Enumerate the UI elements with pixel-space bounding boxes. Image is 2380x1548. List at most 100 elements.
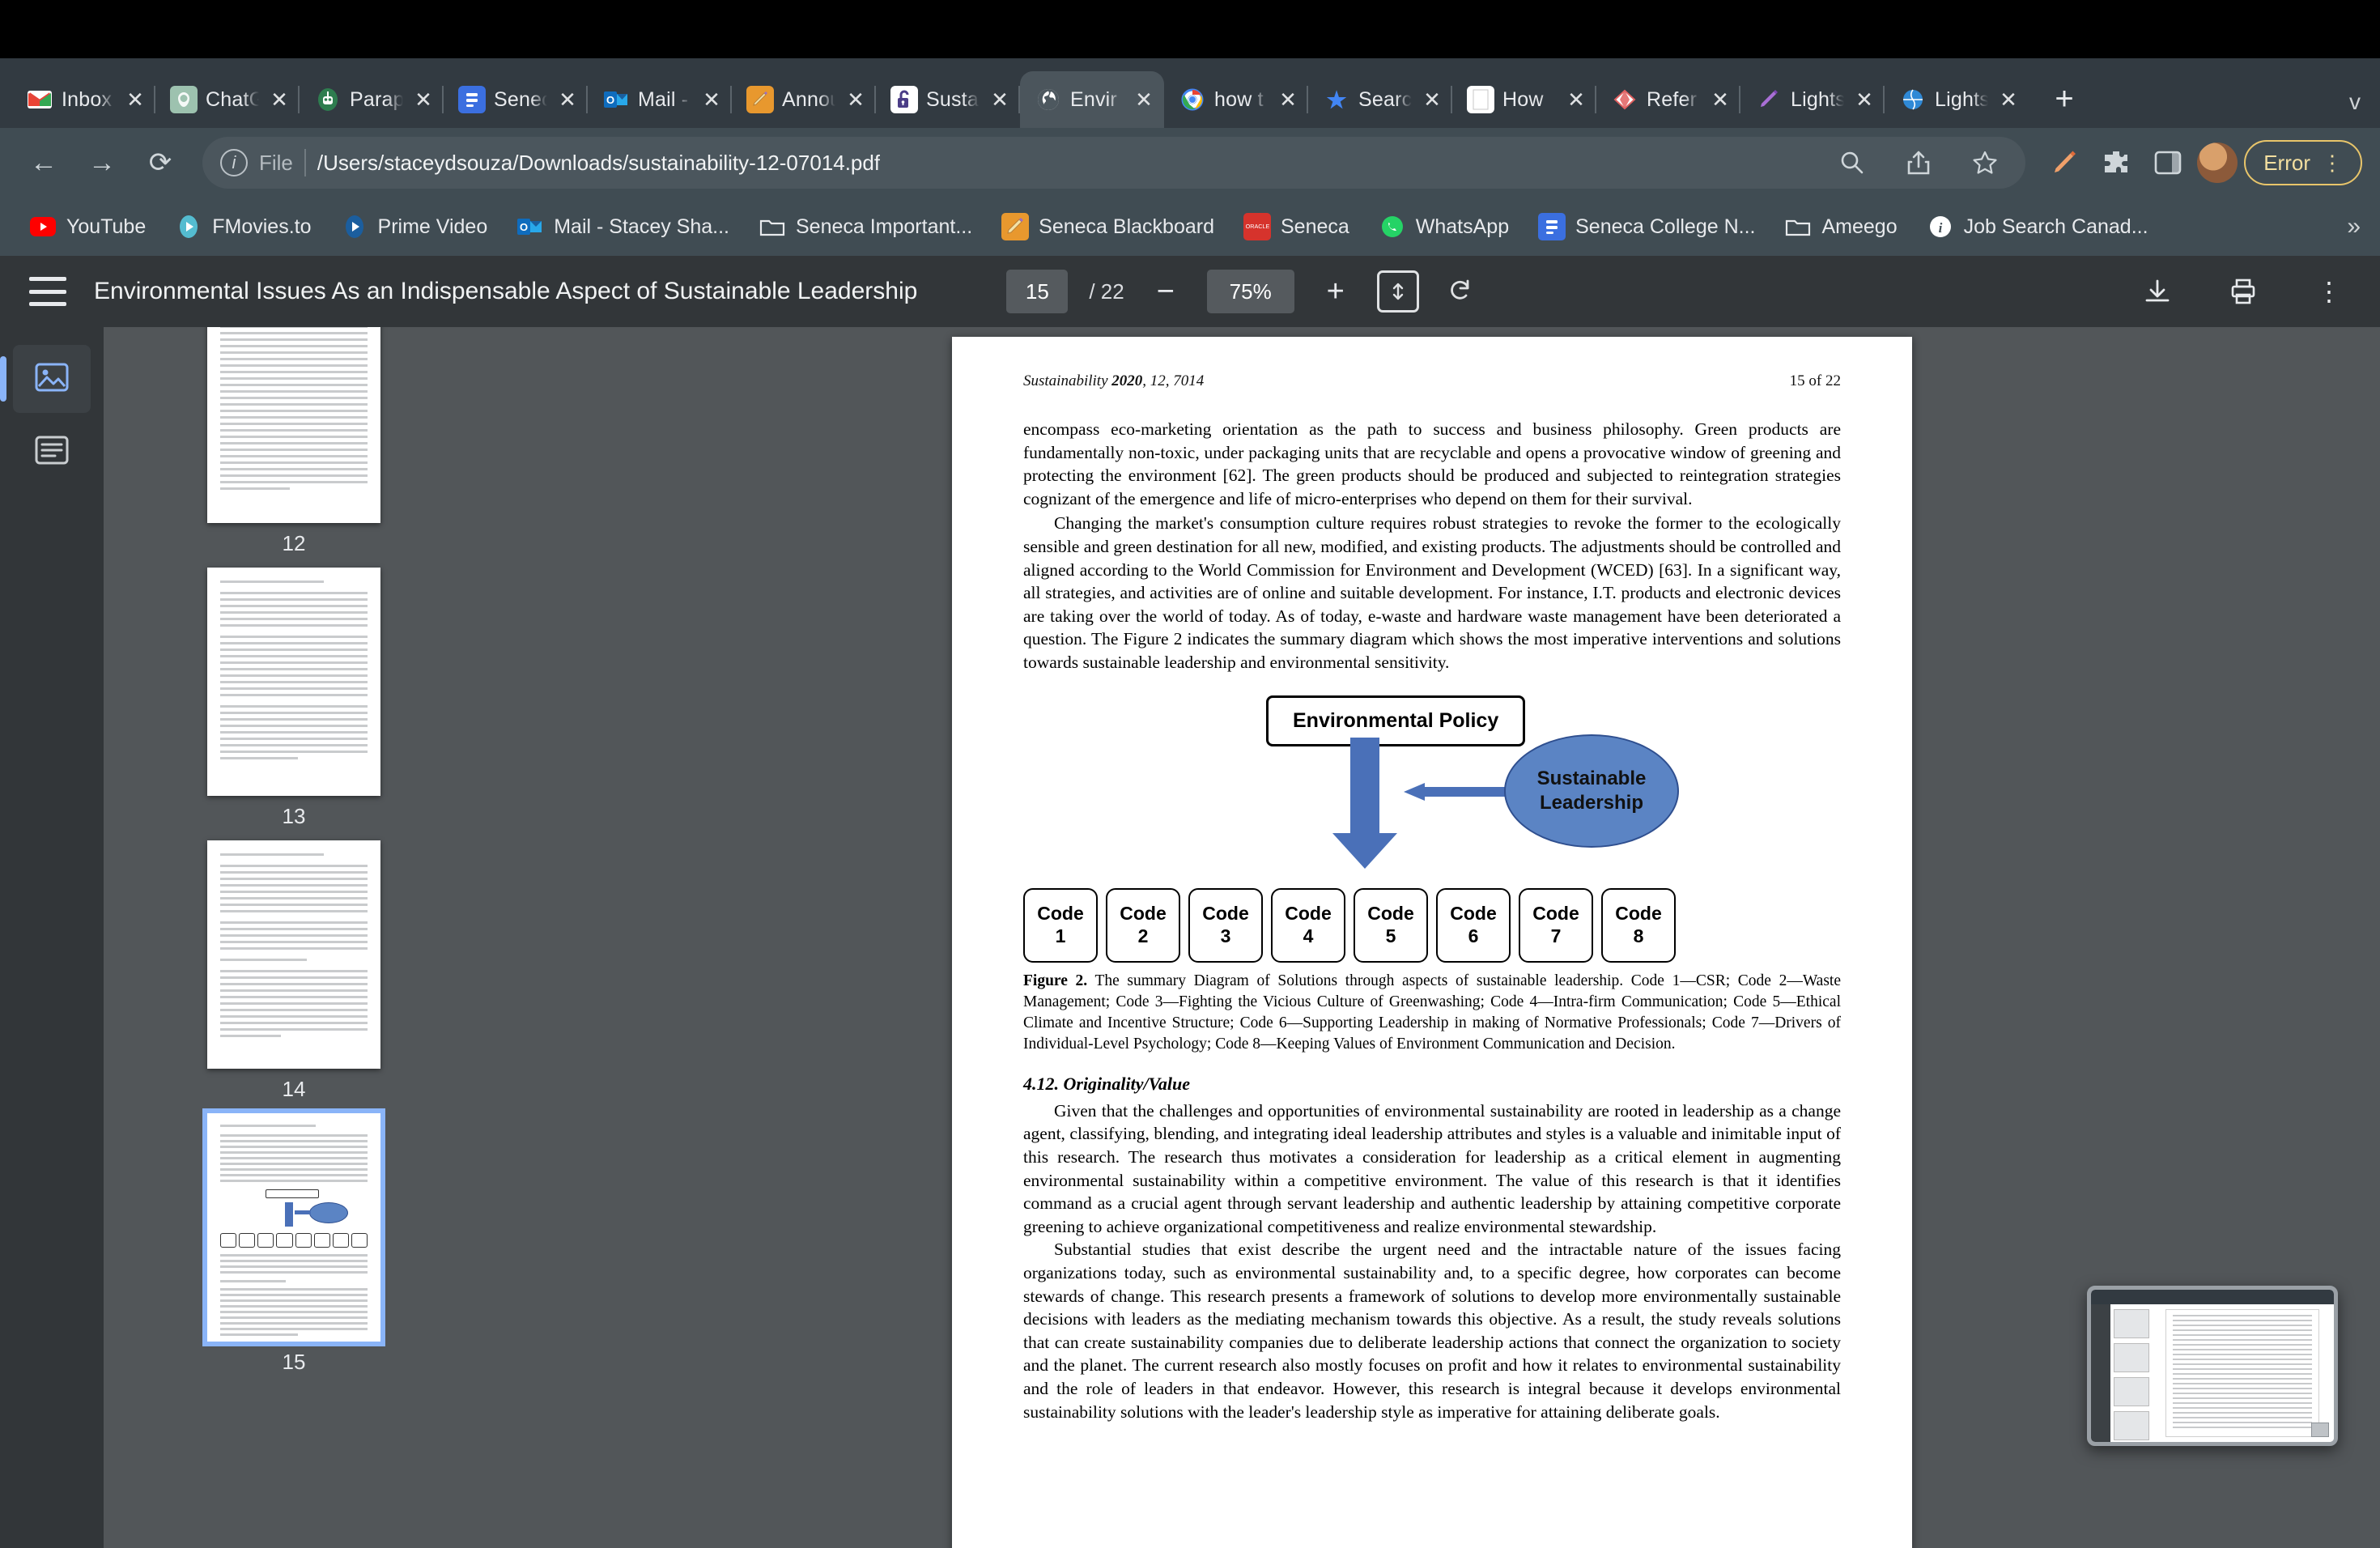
tab-label: Envir [1070,87,1117,111]
bookmark-label: Seneca College N... [1575,215,1756,238]
download-icon[interactable] [2136,270,2179,313]
thumbnails-view-button[interactable] [0,345,91,413]
close-icon[interactable]: ✕ [1276,87,1300,112]
thumbnail-page-14[interactable] [207,840,380,1069]
share-icon[interactable] [1896,140,1941,185]
running-head-year: 2020 [1111,372,1143,389]
extensions-puzzle-icon[interactable] [2093,140,2139,185]
thumbnail-page-15[interactable] [202,1108,385,1346]
section-paragraph-1: Given that the challenges and opportunit… [1023,1100,1841,1236]
close-icon[interactable]: ✕ [988,87,1012,112]
folder-icon [759,213,786,240]
lock-open-icon [890,86,918,113]
search-icon[interactable] [1830,140,1875,185]
pdf-page-area[interactable]: Sustainability 2020, 12, 7014 15 of 22 e… [484,327,2380,1548]
running-head: Sustainability 2020, 12, 7014 15 of 22 [1023,372,1841,390]
browser-tab-mail[interactable]: O Mail - ✕ [588,71,732,128]
new-tab-button[interactable]: + [2040,74,2089,123]
zoom-level-display[interactable]: 75% [1206,270,1294,313]
bookmark-whatsapp[interactable]: WhatsApp [1367,208,1520,245]
close-icon[interactable]: ✕ [1708,87,1732,112]
close-icon[interactable]: ✕ [1996,87,2021,112]
bookmark-star-icon[interactable] [1962,140,2008,185]
code-box-5: Code 5 [1354,887,1428,963]
browser-tab-lights-2[interactable]: Lights ✕ [1885,71,2029,128]
browser-tab-announcements[interactable]: Annou ✕ [732,71,876,128]
rotate-icon[interactable] [1440,270,1482,313]
sustainable-leadership-ellipse: Sustainable Leadership [1504,734,1679,848]
bookmark-seneca[interactable]: ORACLE Seneca [1232,208,1361,245]
fit-page-icon[interactable] [1376,270,1419,313]
bookmarks-overflow-icon[interactable]: » [2347,213,2361,240]
bookmark-seneca-college-n[interactable]: Seneca College N... [1527,208,1766,245]
site-info-icon[interactable]: i [220,149,248,176]
hamburger-icon[interactable] [29,277,66,306]
thumbnail-item[interactable]: 12 [207,327,380,556]
running-head-journal: Sustainability [1023,372,1108,389]
close-icon[interactable]: ✕ [1564,87,1588,112]
thumbnail-item[interactable]: 13 [207,568,380,829]
globe-icon [1035,86,1062,113]
close-icon[interactable]: ✕ [1852,87,1876,112]
tabstrip-overflow-icon[interactable]: v [2349,89,2361,115]
close-icon[interactable]: ✕ [1420,87,1444,112]
bookmark-label: YouTube [66,215,147,238]
folder-icon [1784,213,1812,240]
youtube-icon [29,213,57,240]
reload-button[interactable]: ⟳ [134,137,186,189]
zoom-out-button[interactable]: − [1145,271,1186,312]
bookmark-fmovies[interactable]: FMovies.to [164,208,322,245]
bookmark-seneca-blackboard[interactable]: Seneca Blackboard [990,208,1226,245]
browser-tab-sustainability[interactable]: Susta ✕ [876,71,1020,128]
browser-tab-environmental-issues[interactable]: Envir ✕ [1020,71,1164,128]
whatsapp-icon [1379,213,1406,240]
browser-tab-lights-1[interactable]: Lights ✕ [1740,71,1885,128]
more-vertical-icon[interactable]: ⋮ [2307,270,2351,313]
browser-tab-search[interactable]: ★ Searc ✕ [1308,71,1452,128]
highlighter-extension-icon[interactable] [2042,140,2087,185]
side-panel-icon[interactable] [2145,140,2191,185]
outline-view-button[interactable] [13,418,91,486]
browser-tab-chatgpt[interactable]: ChatG ✕ [155,71,300,128]
tab-label: Lights [1791,87,1844,111]
bookmark-mail-stacey[interactable]: O Mail - Stacey Sha... [505,208,741,245]
bookmark-youtube[interactable]: YouTube [18,208,157,245]
close-icon[interactable]: ✕ [411,87,436,112]
error-status-badge[interactable]: Error ⋮ [2244,140,2362,185]
thumbnail-label: 12 [282,531,306,555]
print-icon[interactable] [2221,270,2265,313]
back-button[interactable]: ← [18,137,70,189]
url-text: /Users/staceydsouza/Downloads/sustainabi… [317,150,881,175]
thumbnail-item[interactable]: 14 [207,840,380,1102]
tab-label: Searc [1358,87,1412,111]
browser-tab-seneca-docs[interactable]: Senec ✕ [444,71,588,128]
browser-tab-reference[interactable]: Refer ✕ [1596,71,1740,128]
zoom-in-button[interactable]: + [1315,271,1356,312]
browser-tab-inbox[interactable]: Inbox ✕ [11,71,155,128]
browser-tab-how-to[interactable]: how t ✕ [1164,71,1308,128]
close-icon[interactable]: ✕ [699,87,724,112]
thumbnail-item[interactable]: 15 [202,1108,385,1375]
bookmark-job-search-canada[interactable]: i Job Search Canad... [1915,208,2160,245]
thumbnail-page-12[interactable] [207,327,380,523]
close-icon[interactable]: ✕ [267,87,291,112]
profile-avatar[interactable] [2197,142,2238,183]
browser-tab-paraphraser[interactable]: Parap ✕ [300,71,444,128]
code-label: Code [1615,902,1662,924]
thumbnail-page-13[interactable] [207,568,380,796]
list-icon [34,434,70,470]
bookmark-prime-video[interactable]: Prime Video [329,208,499,245]
more-vertical-icon[interactable]: ⋮ [2322,151,2343,176]
forward-button[interactable]: → [76,137,128,189]
close-icon[interactable]: ✕ [555,87,580,112]
bookmark-ameego[interactable]: Ameego [1773,208,1908,245]
browser-tab-how[interactable]: How ✕ [1452,71,1596,128]
page-number-input[interactable]: 15 [1006,270,1069,313]
pdf-thumbnail-panel[interactable]: 12 13 14 15 [104,327,484,1548]
close-icon[interactable]: ✕ [1132,87,1156,112]
bookmark-seneca-important[interactable]: Seneca Important... [747,208,984,245]
close-icon[interactable]: ✕ [123,87,147,112]
close-icon[interactable]: ✕ [844,87,868,112]
running-head-pagenum: 15 of 22 [1789,372,1841,389]
address-bar[interactable]: i File /Users/staceydsouza/Downloads/sus… [202,137,2026,189]
